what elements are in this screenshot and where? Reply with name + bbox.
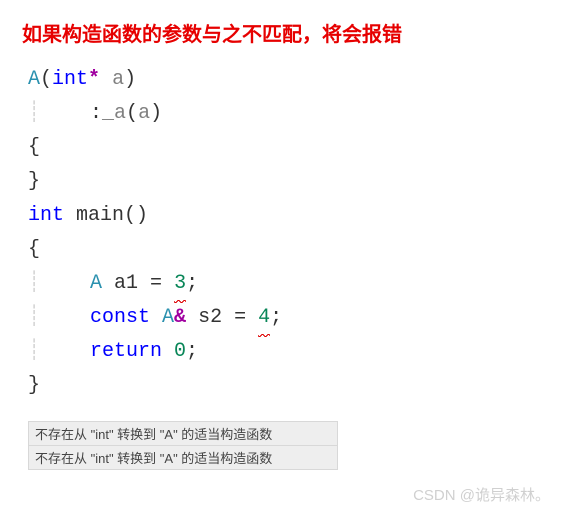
number-literal: 4 bbox=[258, 306, 270, 329]
code-line-return: ┊ return 0; bbox=[28, 335, 566, 369]
code-line-brace: } bbox=[28, 369, 566, 403]
type-name: A bbox=[90, 268, 102, 300]
brace-open: { bbox=[28, 234, 40, 266]
number-literal: 3 bbox=[174, 272, 186, 295]
code-line-ctor: A(int* a) bbox=[28, 63, 566, 97]
var-name: s2 bbox=[186, 302, 234, 334]
code-line-stmt1: ┊ A a1 = 3; bbox=[28, 267, 566, 301]
pointer-star: * bbox=[88, 64, 100, 96]
error-squiggle bbox=[258, 334, 270, 338]
keyword-int: int bbox=[52, 64, 88, 96]
paren-open: ( bbox=[40, 64, 52, 96]
code-line-brace: } bbox=[28, 165, 566, 199]
error-message[interactable]: 不存在从 "int" 转换到 "A" 的适当构造函数 bbox=[28, 421, 338, 446]
paren-close: ) bbox=[124, 64, 136, 96]
var-name: a1 bbox=[102, 268, 150, 300]
semicolon: ; bbox=[270, 302, 282, 334]
keyword-const: const bbox=[90, 302, 150, 334]
type-name: A bbox=[28, 64, 40, 96]
reference-amp: & bbox=[174, 302, 186, 334]
error-message[interactable]: 不存在从 "int" 转换到 "A" 的适当构造函数 bbox=[28, 445, 338, 470]
code-line-brace: { bbox=[28, 131, 566, 165]
code-editor: A(int* a) ┊ :_a(a) { } int main() { ┊ A … bbox=[0, 47, 566, 403]
code-line-main: int main() bbox=[28, 199, 566, 233]
header-text: 如果构造函数的参数与之不匹配，将会报错 bbox=[0, 0, 566, 47]
param-name: a bbox=[112, 64, 124, 96]
type-name: A bbox=[150, 302, 174, 334]
error-panel: 不存在从 "int" 转换到 "A" 的适当构造函数 不存在从 "int" 转换… bbox=[28, 421, 566, 470]
init-arg: a bbox=[138, 98, 150, 130]
paren-close: ) bbox=[150, 98, 162, 130]
code-line-init: ┊ :_a(a) bbox=[28, 97, 566, 131]
init-colon: : bbox=[90, 98, 102, 130]
keyword-return: return bbox=[90, 336, 162, 368]
member-name: _a bbox=[102, 98, 126, 130]
parens: () bbox=[124, 200, 148, 232]
code-line-stmt2: ┊ const A& s2 = 4; bbox=[28, 301, 566, 335]
main-name: main bbox=[64, 200, 124, 232]
paren-open: ( bbox=[126, 98, 138, 130]
indent-guide: ┊ bbox=[28, 302, 42, 334]
semicolon: ; bbox=[186, 268, 198, 300]
semicolon: ; bbox=[186, 336, 198, 368]
equals: = bbox=[150, 268, 174, 300]
brace-close: } bbox=[28, 370, 40, 402]
brace-open: { bbox=[28, 132, 40, 164]
number-literal: 0 bbox=[162, 336, 186, 368]
indent-guide: ┊ bbox=[28, 336, 42, 368]
brace-close: } bbox=[28, 166, 40, 198]
indent-guide: ┊ bbox=[28, 268, 42, 300]
indent-guide: ┊ bbox=[28, 98, 42, 130]
equals: = bbox=[234, 302, 258, 334]
keyword-int: int bbox=[28, 200, 64, 232]
code-line-brace: { bbox=[28, 233, 566, 267]
watermark-text: CSDN @诡异森林。 bbox=[413, 484, 550, 505]
